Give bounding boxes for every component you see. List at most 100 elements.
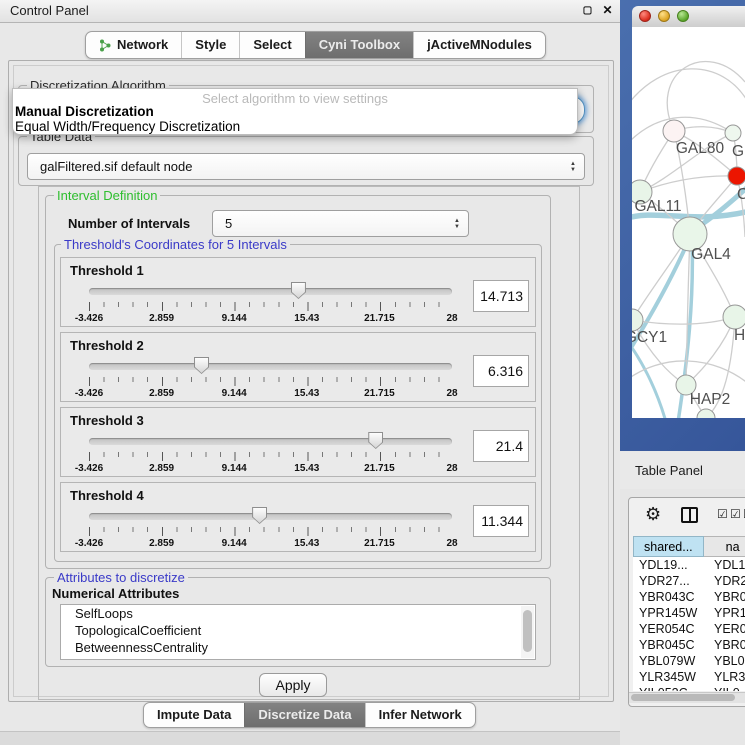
combo-spinner-icon[interactable]: ▲▼ [570, 161, 576, 173]
float-window-icon[interactable]: ▢ [580, 3, 595, 18]
scale-label: 2.859 [149, 538, 174, 549]
slider-major-ticks [89, 452, 453, 461]
threshold-value-box[interactable]: 11.344 [473, 505, 529, 537]
number-of-intervals-combo[interactable]: 5 ▲▼ [212, 210, 469, 237]
table-cell: YBR0 [709, 590, 745, 604]
slider-track[interactable] [89, 288, 452, 295]
tab-infer-network[interactable]: Infer Network [365, 703, 475, 727]
threshold-label: Threshold 2 [70, 338, 144, 353]
scale-label: 28 [446, 538, 457, 549]
checkbox-icon[interactable]: ☑ [730, 507, 741, 521]
apply-button[interactable]: Apply [259, 673, 327, 697]
app-root: Control Panel ▢ ✕ NetworkStyleSelectCyni… [0, 0, 745, 745]
slider-track[interactable] [89, 438, 452, 445]
node-label: GAL80 [676, 140, 725, 157]
threshold-row: Threshold 4 -3.4262.8599.14415.4321.7152… [60, 482, 536, 552]
scale-label: 2.859 [149, 463, 174, 474]
threshold-value-box[interactable]: 6.316 [473, 355, 529, 387]
tab-network[interactable]: Network [86, 32, 181, 58]
network-canvas[interactable]: GAL80G.CGAL11GAL4GCY1HHAP2 [632, 27, 745, 418]
settings-panel: Interval Definition Number of Intervals … [38, 186, 580, 700]
close-icon[interactable]: ✕ [600, 3, 615, 18]
tab-impute-data[interactable]: Impute Data [144, 703, 244, 727]
table-row[interactable]: YBR043CYBR0 [633, 589, 745, 605]
GAL80-node[interactable] [663, 120, 685, 142]
tab-cyni-toolbox[interactable]: Cyni Toolbox [305, 32, 413, 58]
table-hscrollbar[interactable] [629, 692, 745, 703]
node-label: H [734, 327, 745, 344]
table-cell: YDR27... [633, 574, 709, 588]
attributes-scrollbar-thumb[interactable] [523, 610, 532, 652]
tab-select[interactable]: Select [239, 32, 304, 58]
threshold-slider[interactable]: -3.4262.8599.14415.4321.71528 [89, 282, 452, 324]
scale-label: 21.715 [364, 313, 395, 324]
threshold-slider[interactable]: -3.4262.8599.14415.4321.71528 [89, 357, 452, 399]
scale-label: 15.43 [294, 313, 319, 324]
threshold-slider[interactable]: -3.4262.8599.14415.4321.71528 [89, 432, 452, 474]
table-cell: YIL0 [709, 686, 740, 691]
table-row[interactable]: YDR27...YDR2 [633, 573, 745, 589]
attribute-item[interactable]: BetweennessCentrality [61, 639, 535, 656]
column-header[interactable]: shared... [633, 536, 704, 557]
threshold-value: 6.316 [488, 363, 523, 379]
minimize-traffic-light-icon[interactable] [658, 10, 670, 22]
table-row[interactable]: YBL079WYBL0 [633, 653, 745, 669]
table-cell: YLR3 [709, 670, 745, 684]
slider-major-ticks [89, 377, 453, 386]
tab-label: Impute Data [157, 704, 231, 726]
threshold-value-box[interactable]: 21.4 [473, 430, 529, 462]
checkbox-icon[interactable]: ☑ [717, 507, 728, 521]
node-label: GAL4 [691, 246, 731, 263]
numerical-attributes-list[interactable]: SelfLoopsTopologicalCoefficientBetweenne… [60, 604, 536, 660]
threshold-slider[interactable]: -3.4262.8599.14415.4321.71528 [89, 507, 452, 549]
slider-track[interactable] [89, 513, 452, 520]
popup-item[interactable]: Manual Discretization [15, 105, 575, 120]
threshold-row: Threshold 2 -3.4262.8599.14415.4321.7152… [60, 332, 536, 402]
attribute-item[interactable]: SelfLoops [61, 605, 535, 622]
attribute-item[interactable]: TopologicalCoefficient [61, 622, 535, 639]
algorithm-dropdown-popup: Select algorithm to view settings Manual… [12, 88, 578, 135]
tab-style[interactable]: Style [181, 32, 239, 58]
number-of-intervals-value: 5 [225, 211, 232, 236]
slider-thumb[interactable] [291, 282, 306, 299]
tab-discretize-data[interactable]: Discretize Data [244, 703, 364, 727]
popup-item[interactable]: Equal Width/Frequency Discretization [15, 120, 575, 135]
table-row[interactable]: YBR045CYBR0 [633, 637, 745, 653]
table-cell: YBR043C [633, 590, 709, 604]
table-cell: YDL19... [633, 558, 709, 572]
scale-label: 28 [446, 463, 457, 474]
table-row[interactable]: YLR345WYLR3 [633, 669, 745, 685]
table-row[interactable]: YPR145WYPR1 [633, 605, 745, 621]
threshold-value-box[interactable]: 14.713 [473, 280, 529, 312]
tab-jactivemnodules[interactable]: jActiveMNodules [413, 32, 545, 58]
control-panel-titlebar: Control Panel ▢ ✕ [0, 0, 620, 23]
attributes-scrollbar[interactable] [521, 606, 534, 658]
table-hscrollbar-thumb[interactable] [631, 694, 735, 701]
table-data-combo[interactable]: galFiltered.sif default node ▲▼ [27, 153, 585, 180]
slider-thumb[interactable] [252, 507, 267, 524]
slider-track[interactable] [89, 363, 452, 370]
combo-spinner-icon[interactable]: ▲▼ [454, 218, 460, 230]
table-row[interactable]: YIL052CYIL0 [633, 685, 745, 691]
scale-label: 9.144 [222, 538, 247, 549]
slider-thumb[interactable] [368, 432, 383, 449]
columns-icon[interactable] [681, 507, 698, 523]
slider-thumb[interactable] [194, 357, 209, 374]
close-traffic-light-icon[interactable] [639, 10, 651, 22]
H-node[interactable] [723, 305, 745, 329]
selected-red-node[interactable] [728, 167, 745, 185]
scale-label: 21.715 [364, 388, 395, 399]
table-cell: YIL052C [633, 686, 709, 691]
node-label: GAL11 [634, 198, 681, 215]
column-header[interactable]: na [704, 536, 745, 557]
threshold-list: Threshold 1 -3.4262.8599.14415.4321.7152… [60, 257, 536, 552]
table-row[interactable]: YDL19...YDL1 [633, 557, 745, 573]
zoom-traffic-light-icon[interactable] [677, 10, 689, 22]
threshold-label: Threshold 3 [70, 413, 144, 428]
table-row[interactable]: YER054CYER0 [633, 621, 745, 637]
table-toolbar: ⚙ ☑ ☑ ☑ [629, 498, 745, 534]
gear-icon[interactable]: ⚙ [645, 504, 661, 525]
node[interactable] [725, 125, 741, 141]
table-panel-title: Table Panel [635, 452, 703, 489]
scale-label: 21.715 [364, 463, 395, 474]
